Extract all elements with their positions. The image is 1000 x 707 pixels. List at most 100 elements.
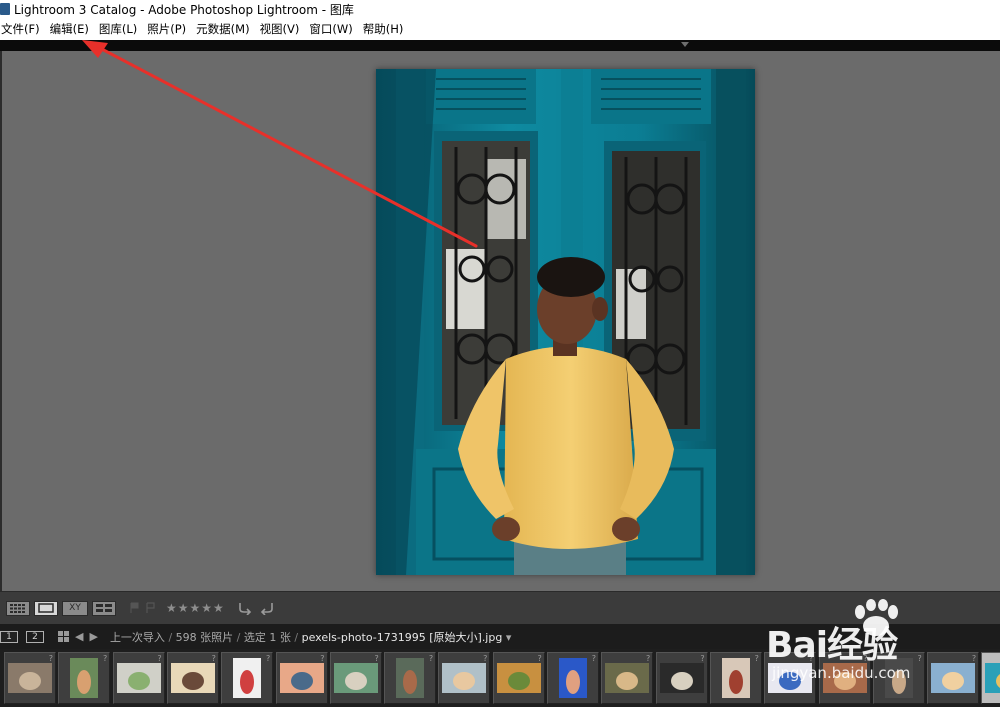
filmstrip-thumbnail[interactable]: ? [275, 652, 328, 704]
menu-file[interactable]: 文件(F) [0, 21, 45, 37]
filmstrip-thumbnail[interactable]: ? [221, 652, 274, 704]
filmstrip-header: 1 2 ◀ ▶ 上一次导入 / 598 张照片 / 选定 1 张 / pexel… [0, 624, 1000, 649]
thumbnail-badge-icon: ? [103, 654, 108, 663]
thumbnail-badge-icon: ? [808, 654, 814, 663]
grid-view-icon [10, 603, 25, 613]
library-toolbar: XY ★★★★★ [0, 591, 1000, 624]
flag-reject-icon[interactable] [146, 602, 156, 614]
menu-metadata[interactable]: 元数据(M) [191, 21, 254, 37]
flag-pick-icon[interactable] [130, 602, 140, 614]
thumbnail-badge-icon: ? [157, 654, 162, 663]
star-rating[interactable]: ★★★★★ [166, 601, 225, 615]
thumbnail-image [931, 663, 976, 693]
primary-screen-button[interactable]: 1 [0, 630, 18, 643]
thumbnail-image [116, 663, 161, 693]
rotate-right-icon[interactable] [259, 601, 275, 615]
menu-edit[interactable]: 编辑(E) [45, 21, 94, 37]
thumbnail-badge-icon: ? [917, 654, 922, 663]
window-title-bar: Lightroom 3 Catalog - Adobe Photoshop Li… [0, 0, 1000, 18]
thumbnail-image [768, 663, 813, 693]
photo-image [376, 69, 755, 575]
filmstrip: ??????????????????? [0, 649, 1000, 707]
thumbnail-image [170, 663, 215, 693]
top-panel-collapsed[interactable] [0, 40, 1000, 51]
thumbnail-badge-icon: ? [265, 654, 271, 663]
thumbnail-badge-icon: ? [320, 654, 325, 663]
thumbnail-image [721, 658, 750, 698]
filmstrip-thumbnail[interactable]: ? [4, 652, 56, 704]
filename-dropdown-icon[interactable]: ▾ [506, 631, 512, 644]
lightroom-app-icon [0, 3, 10, 15]
loupe-view-button[interactable] [34, 600, 58, 616]
thumbnail-badge-icon: ? [863, 654, 868, 663]
menu-window[interactable]: 窗口(W) [304, 21, 357, 37]
grid-view-button[interactable] [6, 600, 30, 616]
thumbnail-image [822, 663, 867, 693]
source-label: 上一次导入 [109, 630, 165, 644]
back-arrow-icon[interactable]: ◀ [75, 630, 83, 643]
thumbnail-image [605, 663, 650, 693]
filmstrip-thumbnail[interactable]: ? [601, 652, 654, 704]
menu-help[interactable]: 帮助(H) [358, 21, 409, 37]
filmstrip-thumbnail[interactable]: ? [655, 652, 708, 704]
menu-bar: 文件(F) 编辑(E) 图库(L) 照片(P) 元数据(M) 视图(V) 窗口(… [0, 18, 1000, 40]
thumbnail-image [884, 658, 913, 698]
filmstrip-thumbnail[interactable]: ? [709, 652, 762, 704]
thumbnail-badge-icon: ? [537, 654, 542, 663]
window-title: Lightroom 3 Catalog - Adobe Photoshop Li… [14, 2, 354, 17]
loupe-view-icon [38, 603, 54, 613]
filmstrip-thumbnail[interactable]: ? [492, 652, 545, 704]
filmstrip-breadcrumb[interactable]: 上一次导入 / 598 张照片 / 选定 1 张 / pexels-photo-… [110, 629, 511, 645]
thumbnail-badge-icon: ? [591, 654, 596, 663]
thumbnail-image [659, 663, 704, 693]
thumbnail-image [559, 658, 587, 698]
compare-view-icon: XY [69, 603, 81, 613]
compare-view-button[interactable]: XY [62, 600, 88, 616]
rotate-left-icon[interactable] [237, 601, 253, 615]
thumbnail-image [233, 658, 262, 698]
survey-view-button[interactable] [92, 600, 116, 616]
thumbnail-image [70, 658, 99, 698]
menu-view[interactable]: 视图(V) [255, 21, 305, 37]
filmstrip-thumbnail[interactable]: ? [384, 652, 437, 704]
thumbnail-badge-icon: ? [48, 654, 53, 663]
expand-top-panel-icon[interactable] [681, 42, 689, 47]
secondary-screen-button[interactable]: 2 [26, 630, 44, 643]
grid-shortcut-icon[interactable] [58, 631, 69, 642]
thumbnail-image [279, 663, 324, 693]
filmstrip-thumbnail[interactable]: ? [547, 652, 599, 704]
thumbnail-badge-icon: ? [646, 654, 651, 663]
filmstrip-thumbnail[interactable]: ? [58, 652, 111, 704]
current-filename: pexels-photo-1731995 [原始大小].jpg [301, 630, 503, 644]
thumbnail-badge-icon: ? [428, 654, 434, 663]
selected-count: 选定 1 张 [243, 630, 291, 644]
thumbnail-badge-icon: ? [754, 654, 759, 663]
thumbnail-badge-icon: ? [374, 654, 379, 663]
thumbnail-image [496, 663, 541, 693]
thumbnail-badge-icon: ? [700, 654, 705, 663]
thumbnail-image [396, 658, 425, 698]
filmstrip-thumbnail[interactable]: ? [981, 652, 1000, 704]
thumbnail-badge-icon: ? [211, 654, 216, 663]
filmstrip-thumbnail[interactable]: ? [166, 652, 219, 704]
menu-photo[interactable]: 照片(P) [142, 21, 191, 37]
thumbnail-badge-icon: ? [971, 654, 977, 663]
thumbnail-image [8, 663, 52, 693]
filmstrip-thumbnail[interactable]: ? [438, 652, 491, 704]
thumbnail-image [333, 663, 378, 693]
filmstrip-thumbnail[interactable]: ? [764, 652, 817, 704]
forward-arrow-icon[interactable]: ▶ [89, 630, 97, 643]
filmstrip-thumbnail[interactable]: ? [872, 652, 925, 704]
filmstrip-thumbnail[interactable]: ? [112, 652, 165, 704]
survey-view-icon [96, 604, 112, 612]
main-photo[interactable] [376, 69, 755, 575]
filmstrip-thumbnail[interactable]: ? [329, 652, 382, 704]
thumbnail-image [985, 663, 1000, 693]
thumbnail-image [442, 663, 487, 693]
photo-count: 598 张照片 [175, 630, 234, 644]
menu-library[interactable]: 图库(L) [94, 21, 142, 37]
thumbnail-badge-icon: ? [483, 654, 488, 663]
left-panel-edge[interactable] [0, 51, 2, 591]
filmstrip-thumbnail[interactable]: ? [927, 652, 980, 704]
filmstrip-thumbnail[interactable]: ? [818, 652, 871, 704]
